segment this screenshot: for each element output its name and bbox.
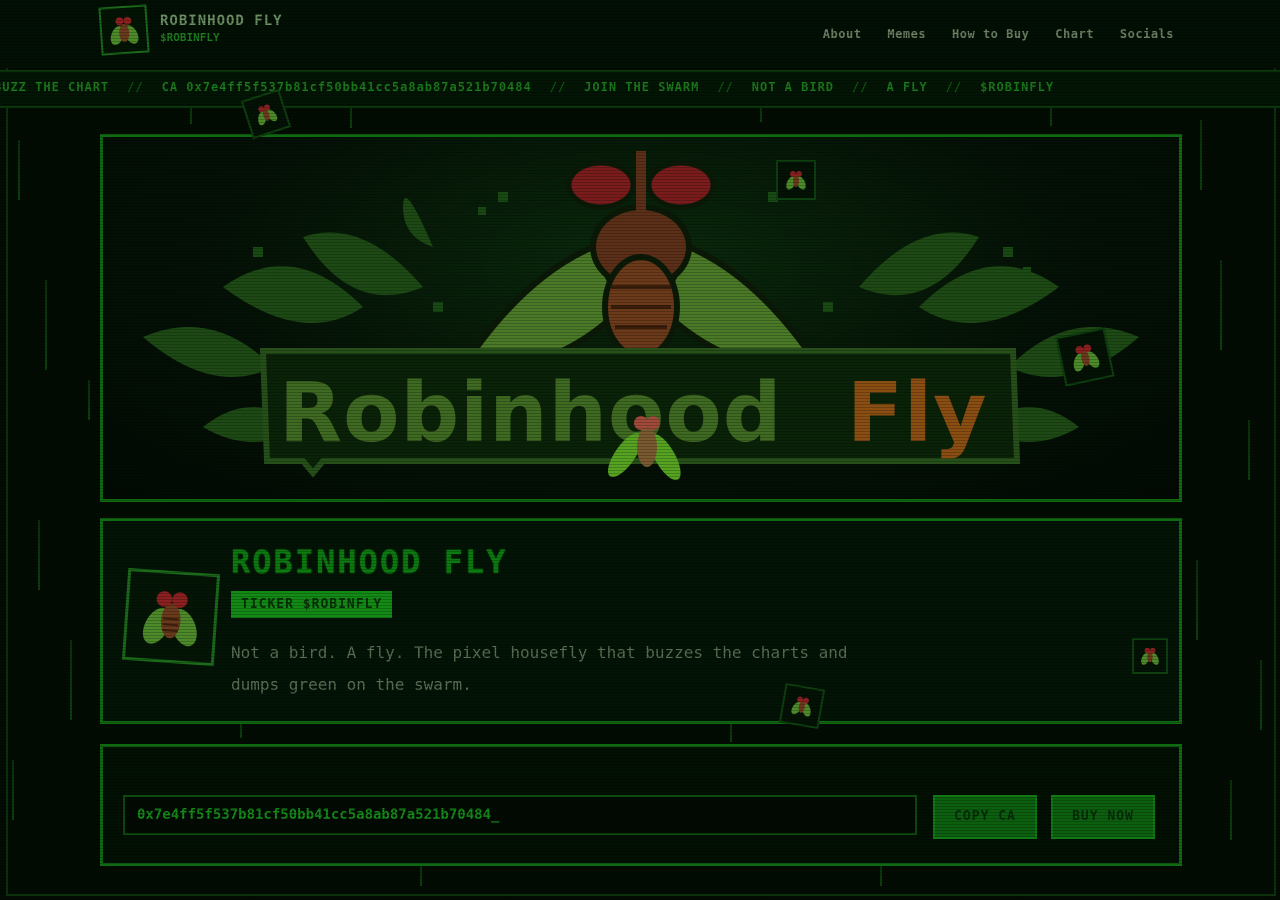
token-description: Not a bird. A fly. The pixel housefly th… [231,643,848,694]
brand[interactable]: ROBINHOOD FLY $ROBINFLY [98,4,283,56]
fly-avatar-icon [121,567,221,667]
nav-how-to-buy[interactable]: How to Buy [952,27,1029,41]
marquee-item: A FLY [886,80,928,94]
ticker-marquee: BUZZ THE CHART // CA 0x7e4ff5f537b81cf50bb… [0,70,1280,108]
fly-sticker-icon [1055,327,1115,387]
marquee-separator: // [717,80,734,94]
buy-now-button[interactable]: BUY NOW [1051,795,1155,839]
marquee-separator: // [127,80,144,94]
site-header: ROBINHOOD FLY $ROBINFLY About Memes How … [0,0,1280,68]
fly-logo-icon [98,4,150,56]
fly-sticker-icon [776,160,816,200]
marquee-separator: // [549,80,567,94]
marquee-item: BUZZ THE CHART [0,80,110,94]
main-nav: About Memes How to Buy Chart Socials [823,27,1174,41]
fly-sticker-icon [778,682,826,730]
contract-address-field[interactable]: 0x7e4ff5f537b81cf50bb41cc5a8ab87a521b704… [123,795,917,835]
token-title: ROBINHOOD FLY [231,543,508,581]
marquee-separator: // [852,80,869,94]
hero-wordmark-fly: Fly [847,366,988,461]
brand-name: ROBINHOOD FLY [160,12,283,29]
hero-art: Robinhood Fly [143,151,1139,481]
hero-wordmark-robinhood: Robinhood [279,366,782,461]
nav-memes[interactable]: Memes [887,27,926,41]
marquee-item: CA 0x7e4ff5f537b81cf50bb41cc5a8ab87a521b… [161,80,532,94]
nav-socials[interactable]: Socials [1120,27,1174,41]
marquee-item: NOT A BIRD [751,80,835,94]
copy-ca-button[interactable]: COPY CA [933,795,1037,839]
ticker-badge: TICKER $ROBINFLY [231,591,393,618]
marquee-track: BUZZ THE CHART // CA 0x7e4ff5f537b81cf50bb… [0,80,1054,94]
nav-chart[interactable]: Chart [1055,27,1094,41]
marquee-item: $ROBINFLY [980,80,1055,94]
brand-ticker: $ROBINFLY [160,30,220,44]
marquee-separator: // [945,80,963,94]
contract-address-card: 0x7e4ff5f537b81cf50bb41cc5a8ab87a521b704… [100,744,1182,866]
hero-banner: Robinhood Fly [100,134,1182,502]
nav-about[interactable]: About [823,27,862,41]
marquee-item: JOIN THE SWARM [584,80,700,94]
fly-sticker-icon [1132,638,1168,674]
token-info-card: ROBINHOOD FLY TICKER $ROBINFLY Not a bir… [100,518,1182,724]
